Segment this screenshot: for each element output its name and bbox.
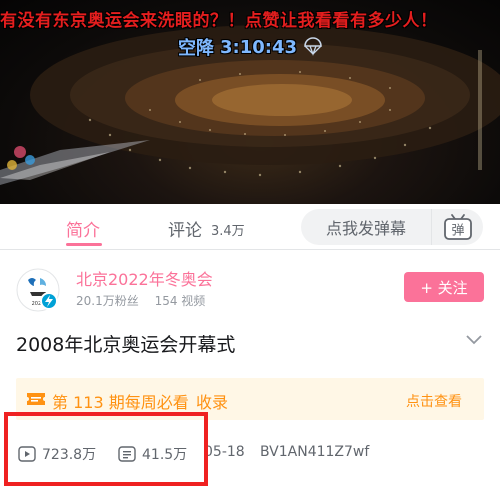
danmaku-input-placeholder: 点我发弹幕 [325,219,406,238]
tab-active-indicator [66,243,102,246]
bvid: BV1AN411Z7wf [260,444,370,460]
weekly-view-link[interactable]: 点击查看 [406,391,462,411]
airdrop-label: 空降 [178,38,214,59]
uploader-video-count: 154 视频 [154,294,206,308]
uploader-stats: 20.1万粉丝 154 视频 [76,292,217,309]
danmaku-toggle-label: 弹 [451,224,464,239]
view-count-value: 723.8万 [42,447,97,463]
ticket-icon [27,393,45,405]
play-icon [18,446,36,462]
tv-danmaku-icon: 弹 [443,214,472,240]
video-player[interactable]: 有没有东京奥运会来洗眼的？！点赞让我看看有多少人！ 空降 3:10:43 [0,0,500,204]
danmaku-list-icon [118,446,136,462]
chevron-down-icon[interactable] [466,335,482,345]
follow-button[interactable]: + 关注 [404,272,484,302]
view-count: 723.8万 [18,444,96,464]
tab-comments[interactable]: 评论 [168,216,202,241]
video-title: 2008年北京奥运会开幕式 [16,334,236,356]
danmaku-count-value: 41.5万 [142,447,188,463]
danmaku-comment: 有没有东京奥运会来洗眼的？！点赞让我看看有多少人！ [0,11,438,31]
uploader-followers: 20.1万粉丝 [76,294,139,308]
danmaku-toggle-button[interactable]: 弹 [431,209,483,245]
airdrop-jump[interactable]: 空降 3:10:43 [178,34,323,60]
weekly-label: 第 113 期每周必看 [52,393,189,412]
comments-count: 3.4万 [211,224,245,239]
uploader-name[interactable]: 北京2022年冬奥会 [76,266,213,290]
danmaku-input[interactable]: 点我发弹幕 [301,209,431,245]
lightning-badge-icon [40,292,58,310]
tab-intro[interactable]: 简介 [66,216,100,241]
parachute-icon [304,37,322,56]
danmaku-count: 41.5万 [118,444,187,464]
weekly-must-see-banner[interactable]: 第 113 期每周必看 收录 点击查看 [16,378,484,420]
airdrop-time: 3:10:43 [220,36,298,58]
publish-date: 05-18 [204,444,245,460]
weekly-collected: 收录 [196,393,229,412]
